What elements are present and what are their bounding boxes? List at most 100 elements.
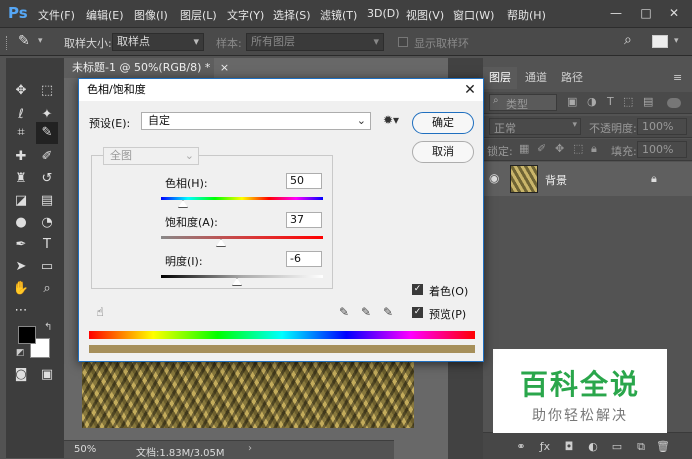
eyedropper-tool-icon[interactable]: ✎ xyxy=(18,33,30,49)
filter-adjustment-icon[interactable]: ◑ xyxy=(587,95,597,108)
move-tool-icon[interactable]: ✥ xyxy=(10,80,32,102)
filter-shape-icon[interactable]: ⬚ xyxy=(623,95,633,108)
close-window-button[interactable]: ✕ xyxy=(664,4,684,22)
close-icon[interactable]: × xyxy=(220,61,229,74)
swap-colors-icon[interactable]: ↰ xyxy=(44,322,52,333)
sample-size-select[interactable]: 取样点 ▾ xyxy=(112,33,204,51)
screen-mode-icon[interactable]: ▣ xyxy=(36,364,58,386)
preset-select[interactable]: 自定 ⌄ xyxy=(141,112,371,130)
lightness-input[interactable]: -6 xyxy=(286,251,322,267)
input-spectrum-bar xyxy=(89,331,475,339)
panel-menu-icon[interactable]: ≡ xyxy=(673,71,682,84)
saturation-input[interactable]: 37 xyxy=(286,212,322,228)
lock-pixels-icon[interactable]: ✐ xyxy=(537,142,546,155)
gradient-tool-icon[interactable]: ▤ xyxy=(36,190,58,212)
tab-paths[interactable]: 路径 xyxy=(555,67,589,89)
opacity-field[interactable]: 100% xyxy=(637,118,687,135)
filter-type-icon[interactable]: T xyxy=(607,95,614,108)
preview-checkbox[interactable]: ✓ xyxy=(412,307,423,318)
fx-icon[interactable]: ƒx xyxy=(537,439,553,455)
document-tab[interactable]: 未标题-1 @ 50%(RGB/8) * × xyxy=(64,58,229,78)
quick-mask-icon[interactable]: ◙ xyxy=(10,364,32,386)
hue-slider-track[interactable] xyxy=(161,197,323,200)
lock-all-icon[interactable]: 🔒︎ xyxy=(591,142,597,156)
watermark-main-text: 百科全说 xyxy=(519,368,640,401)
workspace-chevron-down-icon[interactable]: ▾ xyxy=(674,36,679,46)
type-tool-icon[interactable]: T xyxy=(36,234,58,256)
foreground-color-swatch[interactable] xyxy=(18,326,36,344)
zoom-tool-icon[interactable]: ⌕ xyxy=(36,278,58,300)
chevron-right-icon[interactable]: › xyxy=(248,443,252,454)
group-folder-icon[interactable]: ▭ xyxy=(609,439,625,455)
lock-transparent-icon[interactable]: ▦ xyxy=(519,142,529,155)
eyedropper-plus-icon[interactable]: ✎ xyxy=(359,305,373,319)
default-colors-icon[interactable]: ◩ xyxy=(16,348,25,358)
lock-position-icon[interactable]: ✥ xyxy=(555,142,564,155)
cancel-button[interactable]: 取消 xyxy=(412,141,474,163)
blend-mode-select[interactable]: 正常 ▾ xyxy=(489,118,581,135)
pen-tool-icon[interactable]: ✒ xyxy=(10,234,32,256)
filter-pixel-icon[interactable]: ▣ xyxy=(567,95,577,108)
menu-view[interactable]: 视图(V) xyxy=(406,7,444,23)
menu-file[interactable]: 文件(F) xyxy=(38,7,75,23)
menu-select[interactable]: 选择(S) xyxy=(273,7,311,23)
clone-stamp-tool-icon[interactable]: ♜ xyxy=(10,168,32,190)
new-layer-icon[interactable]: ⧉ xyxy=(633,439,649,455)
more-tools-icon[interactable]: ⋯ xyxy=(10,300,32,322)
dodge-tool-icon[interactable]: ◔ xyxy=(36,212,58,234)
add-mask-icon[interactable]: ◘ xyxy=(561,439,577,455)
healing-brush-tool-icon[interactable]: ✚ xyxy=(10,146,32,168)
blur-tool-icon[interactable]: ● xyxy=(10,212,32,234)
history-brush-tool-icon[interactable]: ↺ xyxy=(36,168,58,190)
filter-toggle[interactable] xyxy=(667,98,681,108)
fill-label: 填充: xyxy=(611,145,637,158)
menu-filter[interactable]: 滤镜(T) xyxy=(320,7,357,23)
lock-artboard-icon[interactable]: ⬚ xyxy=(573,142,583,155)
maximize-button[interactable]: □ xyxy=(636,4,656,22)
eyedropper-minus-icon[interactable]: ✎ xyxy=(381,305,395,319)
link-layers-icon[interactable]: ⚭ xyxy=(513,439,529,455)
lightness-slider-track[interactable] xyxy=(161,275,323,278)
marquee-tool-icon[interactable]: ⬚ xyxy=(36,80,58,102)
preset-options-gear-icon[interactable]: ✹▾ xyxy=(383,113,399,127)
sample-select[interactable]: 所有图层 ▾ xyxy=(246,33,384,51)
menu-window[interactable]: 窗口(W) xyxy=(453,7,494,23)
filter-smart-object-icon[interactable]: ▤ xyxy=(643,95,653,108)
eye-icon[interactable]: ◉ xyxy=(489,171,499,185)
tab-channels[interactable]: 通道 xyxy=(519,67,553,89)
sample-label: 样本: xyxy=(216,37,242,50)
target-adjust-hand-icon[interactable]: ☝ xyxy=(93,305,107,319)
colorize-checkbox[interactable]: ✓ xyxy=(412,284,423,295)
trash-icon[interactable]: 🗑︎ xyxy=(655,439,671,455)
hue-input[interactable]: 50 xyxy=(286,173,322,189)
hand-tool-icon[interactable]: ✋ xyxy=(10,278,32,300)
brush-tool-icon[interactable]: ✐ xyxy=(36,146,58,168)
menu-image[interactable]: 图像(I) xyxy=(134,7,168,23)
filter-kind-select[interactable]: ⌕ 类型 xyxy=(489,94,557,111)
search-icon[interactable]: ⌕ xyxy=(624,32,632,48)
close-icon[interactable]: ✕ xyxy=(459,80,481,100)
zoom-level[interactable]: 50% xyxy=(74,444,96,455)
minimize-button[interactable]: — xyxy=(606,4,626,22)
menu-layer[interactable]: 图层(L) xyxy=(180,7,217,23)
eraser-tool-icon[interactable]: ◪ xyxy=(10,190,32,212)
workspace-icon[interactable] xyxy=(652,35,668,48)
ok-button[interactable]: 确定 xyxy=(412,112,474,134)
path-select-tool-icon[interactable]: ➤ xyxy=(10,256,32,278)
crop-tool-icon[interactable]: ⌗ xyxy=(10,122,32,144)
menu-help[interactable]: 帮助(H) xyxy=(507,7,546,23)
eyedropper-tool-icon[interactable]: ✎ xyxy=(36,122,58,144)
channel-select[interactable]: 全图 ⌄ xyxy=(103,147,199,165)
menu-type[interactable]: 文字(Y) xyxy=(227,7,264,23)
rectangle-tool-icon[interactable]: ▭ xyxy=(36,256,58,278)
show-ring-checkbox[interactable] xyxy=(398,37,408,47)
fill-field[interactable]: 100% xyxy=(637,141,687,158)
adjustment-layer-icon[interactable]: ◐ xyxy=(585,439,601,455)
eyedropper-icon[interactable]: ✎ xyxy=(337,305,351,319)
preset-value: 自定 xyxy=(148,114,170,127)
tool-preset-chevron-down-icon[interactable]: ▾ xyxy=(38,36,43,46)
menu-edit[interactable]: 编辑(E) xyxy=(86,7,124,23)
menu-3d[interactable]: 3D(D) xyxy=(367,7,400,20)
saturation-slider-track[interactable] xyxy=(161,236,323,239)
tab-layers[interactable]: 图层 xyxy=(483,67,517,89)
